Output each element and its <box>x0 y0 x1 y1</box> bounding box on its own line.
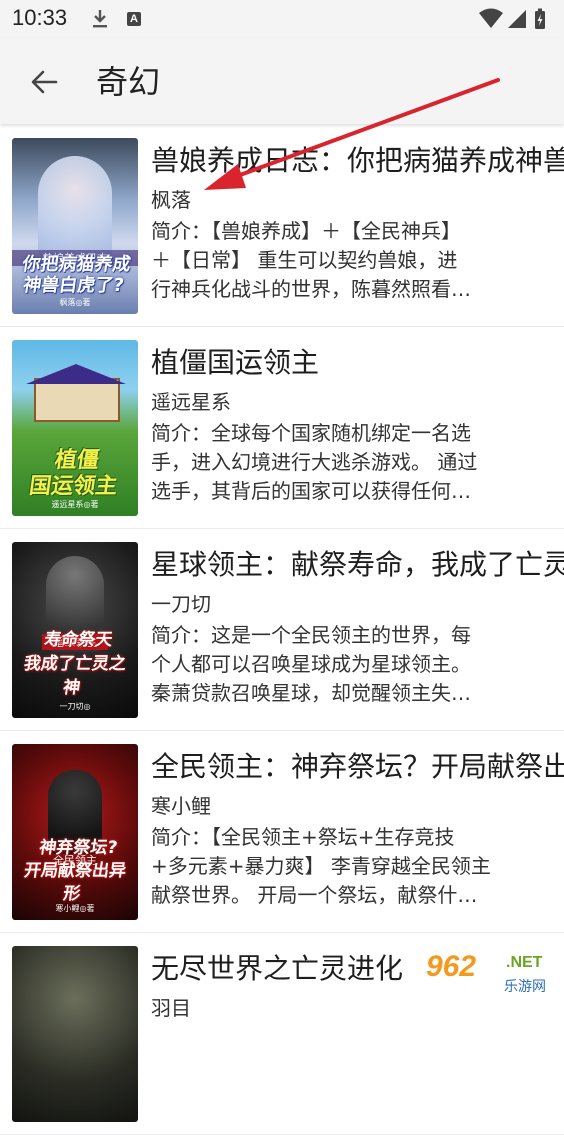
book-cover: 兽娘养成日志 你把病猫养成 神兽白虎了? 枫落◎著 <box>12 138 138 314</box>
status-time: 10:33 <box>12 5 68 30</box>
book-cover: 植僵 国运领主 遥远星系◎著 <box>12 340 138 516</box>
watermark-domain: .NET <box>506 954 543 971</box>
book-author: 枫落 <box>151 188 191 212</box>
book-item[interactable]: 兽娘养成日志 你把病猫养成 神兽白虎了? 枫落◎著 兽娘养成日志：你把病猫养成神… <box>0 125 564 327</box>
app-bar: 奇幻 <box>0 38 564 124</box>
book-item[interactable]: 植僵 国运领主 遥远星系◎著 植僵国运领主 遥远星系 简介：全球每个国家随机绑定… <box>0 327 564 529</box>
watermark-logo: 962 .NET 乐游网 <box>420 944 560 1004</box>
battery-icon <box>535 8 545 29</box>
download-icon <box>93 10 107 28</box>
back-button[interactable] <box>20 60 68 104</box>
book-author: 羽目 <box>151 996 191 1020</box>
status-bar: 10:33 A <box>0 0 564 38</box>
arrow-back-icon <box>31 70 58 94</box>
cellular-signal-icon <box>508 10 526 28</box>
cover-title: 你把病猫养成 神兽白虎了? <box>21 254 132 296</box>
book-title: 植僵国运领主 <box>151 346 320 379</box>
cover-title: 植僵 国运领主 <box>27 448 119 499</box>
book-title: 兽娘养成日志：你把病猫养成神兽白虎了？ <box>151 144 564 177</box>
book-description: 简介：这是一个全民领主的世界，每 个人都可以召唤星球成为星球领主。 秦萧贷款召唤… <box>151 623 471 705</box>
cover-author: 遥远星系◎著 <box>51 500 99 509</box>
book-title: 全民领主：神弃祭坛？开局献祭出异形 <box>151 750 564 783</box>
watermark-number: 962 <box>426 950 477 983</box>
book-title: 星球领主：献祭寿命，我成了亡灵之神 <box>151 548 564 581</box>
cover-author: 寒小鲤◎著 <box>55 904 95 913</box>
watermark-site-name: 乐游网 <box>504 979 546 995</box>
book-cover <box>12 946 138 1122</box>
cover-author: 一刀切◎ <box>59 702 91 711</box>
book-item[interactable]: 星球领主 寿命祭天 我成了亡灵之神 一刀切◎ 星球领主：献祭寿命，我成了亡灵之神… <box>0 529 564 731</box>
book-cover: 全民领主 神弃祭坛? 开局献祭出异形 寒小鲤◎著 <box>12 744 138 920</box>
book-description: 简介：【全民领主+祭坛+生存竞技 +多元素+暴力爽】 李青穿越全民领主 献祭世界… <box>151 825 491 907</box>
cover-title: 寿命祭天 我成了亡灵之神 <box>22 630 128 698</box>
book-author: 遥远星系 <box>151 390 231 414</box>
status-icons <box>479 8 545 29</box>
a-notification-icon: A <box>127 12 141 26</box>
book-description: 简介：【兽娘养成】＋【全民神兵】 ＋【日常】 重生可以契约兽娘，进 行神兵化战斗… <box>151 219 471 301</box>
book-author: 寒小鲤 <box>151 794 211 818</box>
page-title: 奇幻 <box>96 63 161 101</box>
book-item[interactable]: 全民领主 神弃祭坛? 开局献祭出异形 寒小鲤◎著 全民领主：神弃祭坛？开局献祭出… <box>0 731 564 933</box>
book-description: 简介：全球每个国家随机绑定一名选 手，进入幻境进行大逃杀游戏。 通过 选手，其背… <box>151 421 478 503</box>
book-author: 一刀切 <box>151 592 211 616</box>
wifi-icon <box>479 8 503 28</box>
book-cover: 星球领主 寿命祭天 我成了亡灵之神 一刀切◎ <box>12 542 138 718</box>
cover-title: 神弃祭坛? 开局献祭出异形 <box>22 838 128 904</box>
cover-author: 枫落◎著 <box>59 298 91 307</box>
